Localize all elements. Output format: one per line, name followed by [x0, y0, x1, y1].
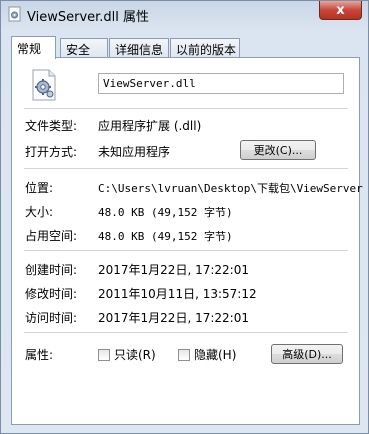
size-on-disk-label: 占用空间:	[25, 229, 78, 243]
created-value: 2017年1月22日, 17:22:01	[98, 263, 249, 277]
close-icon: x	[336, 2, 345, 18]
tab-general[interactable]: 常规	[11, 36, 56, 59]
close-button[interactable]: x	[319, 1, 362, 20]
size-label: 大小:	[25, 205, 54, 219]
modified-label: 修改时间:	[25, 287, 78, 301]
window-title: ViewServer.dll 属性	[27, 10, 150, 25]
readonly-checkbox-label: 只读(R)	[114, 348, 156, 362]
divider	[24, 250, 348, 251]
hidden-checkbox-label: 隐藏(H)	[194, 348, 237, 362]
modified-value: 2011年10月11日, 13:57:12	[98, 287, 257, 301]
location-label: 位置:	[25, 181, 54, 195]
dll-settings-icon	[32, 69, 56, 101]
divider	[24, 108, 348, 109]
file-type-value: 应用程序扩展 (.dll)	[98, 119, 202, 133]
title-bar[interactable]: ViewServer.dll 属性 x	[1, 1, 368, 29]
created-label: 创建时间:	[25, 263, 78, 277]
tab-security[interactable]: 安全	[60, 38, 108, 57]
size-value: 48.0 KB (49,152 字节)	[98, 206, 233, 219]
accessed-value: 2017年1月22日, 17:22:01	[98, 311, 249, 325]
size-on-disk-value: 48.0 KB (49,152 字节)	[98, 230, 233, 243]
general-tab-panel: ViewServer.dll 文件类型: 应用程序扩展 (.dll) 打开方式:…	[11, 57, 363, 425]
readonly-checkbox-box[interactable]	[98, 348, 110, 361]
open-with-label: 打开方式:	[25, 145, 78, 159]
tab-previous-versions[interactable]: 以前的版本	[170, 38, 240, 57]
file-type-label: 文件类型:	[25, 119, 78, 133]
advanced-button[interactable]: 高级(D)...	[271, 344, 343, 364]
dll-file-icon	[8, 6, 21, 22]
attributes-label: 属性:	[25, 348, 54, 362]
divider	[24, 332, 348, 333]
readonly-checkbox[interactable]: 只读(R)	[98, 346, 156, 363]
filename-field[interactable]: ViewServer.dll	[98, 73, 344, 94]
hidden-checkbox-box[interactable]	[178, 348, 190, 361]
open-with-value: 未知应用程序	[98, 145, 171, 159]
tab-details[interactable]: 详细信息	[109, 38, 169, 57]
accessed-label: 访问时间:	[25, 311, 78, 325]
change-button[interactable]: 更改(C)...	[240, 140, 316, 160]
hidden-checkbox[interactable]: 隐藏(H)	[178, 346, 236, 363]
location-value: C:\Users\lvruan\Desktop\下载包\ViewServer	[98, 182, 363, 195]
divider	[24, 168, 348, 169]
properties-window: ViewServer.dll 属性 x 常规 安全 详细信息 以前的版本 Vie…	[0, 0, 369, 434]
